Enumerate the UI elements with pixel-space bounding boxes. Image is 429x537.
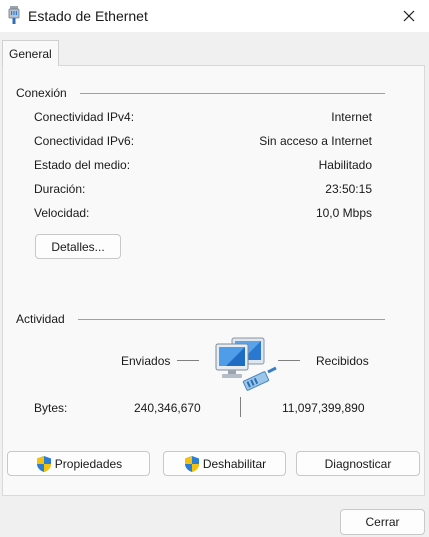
- connection-group-title: Conexión: [16, 86, 67, 100]
- disable-button[interactable]: Deshabilitar: [163, 451, 286, 476]
- ipv6-value: Sin acceso a Internet: [259, 134, 372, 148]
- bytes-divider: [240, 397, 241, 417]
- activity-group-divider: [78, 319, 385, 320]
- uac-shield-icon: [184, 455, 199, 472]
- properties-button[interactable]: Propiedades: [7, 451, 150, 476]
- sent-connector-line: [177, 360, 199, 361]
- close-button[interactable]: Cerrar: [340, 509, 425, 535]
- speed-label: Velocidad:: [34, 206, 90, 220]
- media-state-value: Habilitado: [318, 158, 372, 172]
- activity-group-title: Actividad: [16, 312, 65, 326]
- close-window-button[interactable]: [389, 0, 429, 32]
- bytes-received-value: 11,097,399,890: [282, 401, 365, 415]
- title-bar: Estado de Ethernet: [0, 0, 429, 32]
- received-connector-line: [278, 360, 300, 361]
- speed-value: 10,0 Mbps: [315, 206, 372, 220]
- close-icon: [403, 10, 415, 22]
- ipv4-label: Conectividad IPv4:: [34, 110, 135, 124]
- duration-value: 23:50:15: [325, 182, 372, 196]
- bytes-sent-value: 240,346,670: [134, 401, 201, 415]
- sent-label: Enviados: [121, 354, 171, 368]
- bytes-label: Bytes:: [34, 401, 68, 415]
- window-title: Estado de Ethernet: [28, 8, 148, 24]
- media-state-label: Estado del medio:: [34, 158, 131, 172]
- properties-button-label: Propiedades: [54, 456, 123, 471]
- disable-button-label: Deshabilitar: [202, 456, 267, 471]
- details-button[interactable]: Detalles...: [35, 234, 121, 259]
- received-label: Recibidos: [316, 354, 369, 368]
- connection-group-divider: [80, 93, 385, 94]
- ipv6-label: Conectividad IPv6:: [34, 134, 135, 148]
- duration-label: Duración:: [34, 182, 86, 196]
- ethernet-plug-icon: [8, 6, 20, 24]
- uac-shield-icon: [36, 455, 51, 472]
- ipv4-value: Internet: [331, 110, 372, 124]
- network-computers-icon: [215, 337, 277, 391]
- diagnose-button[interactable]: Diagnosticar: [296, 451, 420, 476]
- tab-general[interactable]: General: [2, 40, 59, 66]
- general-panel: [2, 65, 425, 496]
